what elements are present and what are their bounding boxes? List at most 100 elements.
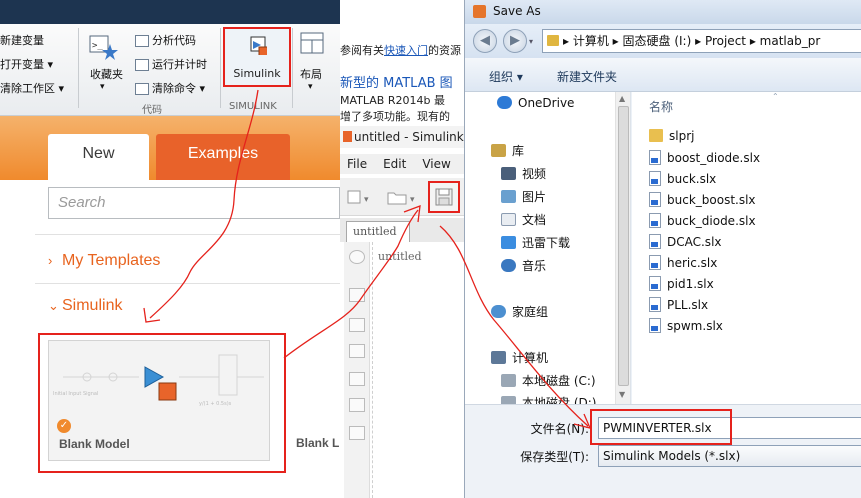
annotation-icon[interactable] — [349, 372, 365, 386]
save-button[interactable] — [428, 181, 460, 213]
block-icon[interactable] — [349, 426, 365, 440]
banner-prefix: 参阅有关 — [340, 44, 384, 57]
simulink-tab-strip: untitled — [340, 218, 464, 242]
file-list-pane: 名称 ⌃ slprj boost_diode.slx buck.slx buck… — [632, 92, 861, 404]
simulink-button[interactable]: Simulink — [223, 27, 291, 87]
image-icon[interactable] — [349, 398, 365, 412]
document-icon — [501, 213, 516, 226]
column-header-name[interactable]: 名称 — [649, 98, 673, 115]
clear-workspace-button[interactable]: 清除工作区 ▾ — [0, 80, 64, 96]
tab-examples[interactable]: Examples — [156, 134, 290, 180]
back-button[interactable]: ◀ — [473, 29, 497, 53]
menu-view[interactable]: View — [422, 157, 450, 171]
analyze-code-button[interactable]: 分析代码 — [135, 32, 196, 48]
canvas-model-name: untitled — [378, 250, 422, 263]
list-item[interactable]: boost_diode.slx — [649, 150, 760, 165]
breadcrumb-item[interactable]: Project — [705, 34, 746, 48]
matlab-logo-icon — [473, 5, 486, 18]
arrow-icon[interactable] — [349, 344, 365, 358]
folder-icon — [547, 35, 559, 46]
list-item[interactable]: spwm.slx — [649, 318, 723, 333]
file-name: pid1.slx — [667, 277, 714, 291]
menu-edit[interactable]: Edit — [383, 157, 406, 171]
tab-new[interactable]: New — [48, 134, 149, 180]
chevron-down-icon: ⌄ — [48, 298, 59, 313]
slx-file-icon — [649, 318, 661, 333]
open-variable-button[interactable]: 打开变量 ▾ — [0, 56, 53, 72]
forward-button[interactable]: ▶ — [503, 29, 527, 53]
list-item[interactable]: PLL.slx — [649, 297, 708, 312]
nav-item-library[interactable]: 库 — [491, 142, 524, 159]
list-item[interactable]: slprj — [649, 129, 694, 143]
back-icon[interactable] — [349, 250, 365, 264]
layout-icon — [300, 32, 324, 57]
organize-button[interactable]: 组织 ▾ — [489, 68, 523, 85]
breadcrumb-item[interactable]: matlab_pr — [760, 34, 821, 48]
zoom-icon[interactable] — [349, 288, 365, 302]
slx-file-icon — [649, 171, 661, 186]
list-item[interactable]: buck.slx — [649, 171, 716, 186]
nav-label: 视频 — [522, 167, 547, 181]
new-model-icon[interactable]: ▾ — [346, 188, 374, 206]
nav-item-videos[interactable]: 视频 — [501, 165, 546, 182]
simulink-editor-area: 参阅有关快速入门的资源 新型的 MATLAB 图 MATLAB R2014b 最… — [340, 0, 464, 498]
nav-item-music[interactable]: 音乐 — [501, 257, 546, 274]
nav-item-computer[interactable]: 计算机 — [491, 349, 548, 366]
search-input[interactable]: Search — [48, 187, 340, 219]
nav-item-drive-c[interactable]: 本地磁盘 (C:) — [501, 372, 596, 389]
nav-item-pictures[interactable]: 图片 — [501, 188, 546, 205]
clear-commands-button[interactable]: 清除命令 ▾ — [135, 80, 205, 96]
new-folder-button[interactable]: 新建文件夹 — [557, 68, 617, 85]
save-icon — [435, 188, 453, 206]
file-name: heric.slx — [667, 256, 718, 270]
history-dropdown-icon[interactable]: ▾ — [529, 37, 533, 46]
fit-icon[interactable] — [349, 318, 365, 332]
filetype-select[interactable]: Simulink Models (*.slx) — [598, 445, 861, 467]
banner-text: 参阅有关快速入门的资源 — [340, 42, 461, 58]
my-templates-section[interactable]: › My Templates — [48, 252, 160, 270]
download-icon — [501, 236, 516, 249]
open-folder-icon[interactable]: ▾ — [386, 188, 420, 206]
list-item[interactable]: heric.slx — [649, 255, 717, 270]
favorites-button[interactable]: 收藏夹 — [90, 66, 123, 82]
nav-item-drive-d[interactable]: 本地磁盘 (D:) — [501, 394, 596, 404]
simulink-icon — [250, 36, 267, 55]
nav-item-documents[interactable]: 文档 — [501, 211, 546, 228]
file-name: boost_diode.slx — [667, 151, 761, 165]
blank-library-label[interactable]: Blank L — [296, 436, 339, 450]
list-item[interactable]: buck_diode.slx — [649, 213, 756, 228]
simulink-section[interactable]: ⌄ Simulink — [48, 297, 122, 315]
nav-item-homegroup[interactable]: 家庭组 — [491, 303, 548, 320]
scroll-down-icon[interactable]: ▼ — [619, 390, 625, 399]
favorites-dropdown-icon[interactable]: ▾ — [100, 82, 105, 92]
scroll-thumb[interactable] — [618, 106, 629, 386]
filetype-label: 保存类型(T): — [520, 450, 589, 464]
menu-file[interactable]: File — [347, 157, 367, 171]
cloud-icon — [497, 96, 512, 109]
nav-label: 库 — [512, 144, 525, 158]
slx-file-icon — [649, 297, 661, 312]
tab-untitled[interactable]: untitled — [346, 221, 410, 242]
list-item[interactable]: pid1.slx — [649, 276, 714, 291]
model-canvas[interactable] — [372, 242, 464, 498]
run-and-time-button[interactable]: 运行并计时 — [135, 56, 207, 72]
drive-icon — [501, 396, 516, 404]
quick-start-link[interactable]: 快速入门 — [384, 44, 428, 57]
new-variable-button[interactable]: 新建变量 — [0, 32, 44, 48]
scroll-up-icon[interactable]: ▲ — [619, 94, 625, 103]
nav-item-downloads[interactable]: 迅雷下载 — [501, 234, 570, 251]
layout-dropdown-icon[interactable]: ▾ — [308, 82, 313, 92]
nav-scrollbar[interactable]: ▲ ▼ — [615, 92, 630, 404]
list-item[interactable]: DCAC.slx — [649, 234, 722, 249]
divider — [35, 234, 340, 235]
dialog-title: Save As — [493, 4, 541, 18]
layout-button[interactable]: 布局 — [300, 66, 322, 82]
simulink-section-label: Simulink — [62, 297, 123, 314]
address-bar[interactable]: ▸ 计算机 ▸ 固态硬盘 (I:) ▸ Project ▸ matlab_pr — [542, 29, 861, 53]
svg-text:>_: >_ — [92, 41, 103, 51]
list-item[interactable]: buck_boost.slx — [649, 192, 756, 207]
breadcrumb-item[interactable]: 固态硬盘 (I:) — [623, 34, 692, 48]
breadcrumb-item[interactable]: 计算机 — [573, 34, 609, 48]
clear-commands-label: 清除命令 — [152, 82, 196, 95]
nav-item-onedrive[interactable]: OneDrive — [497, 96, 574, 110]
